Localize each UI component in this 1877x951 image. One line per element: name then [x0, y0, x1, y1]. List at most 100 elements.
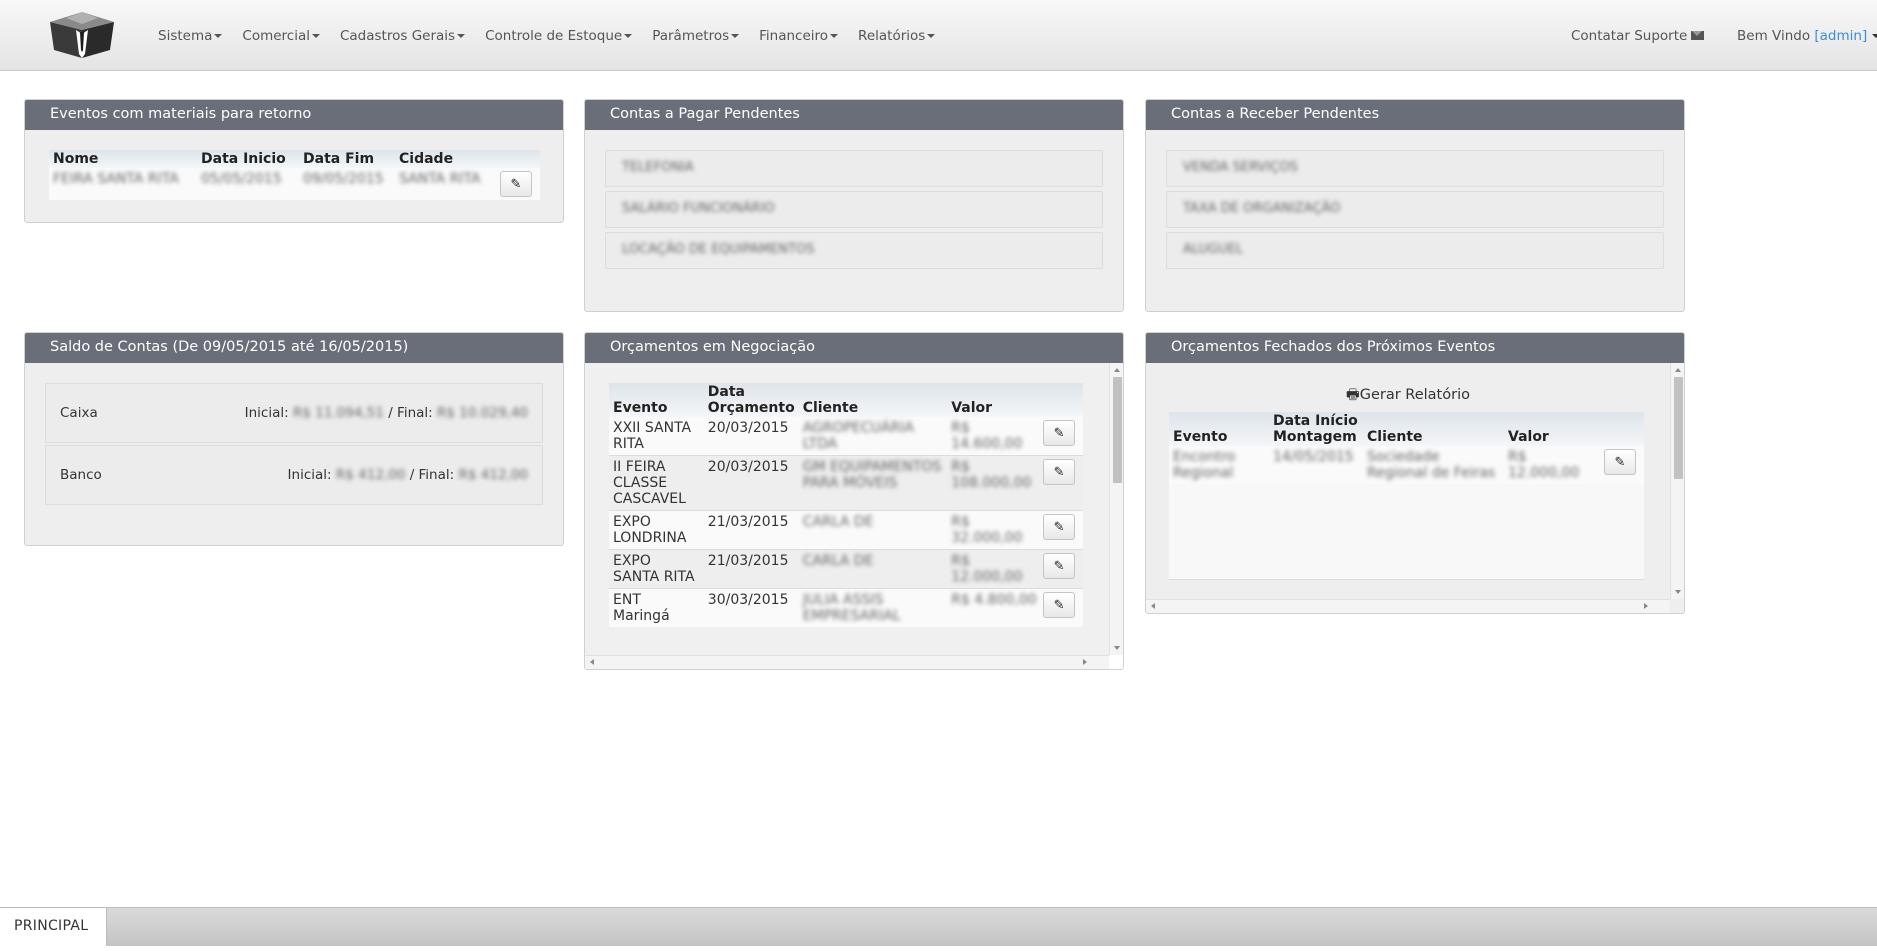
panel-title: Orçamentos Fechados dos Próximos Eventos: [1146, 333, 1684, 363]
menu-comercial[interactable]: Comercial: [232, 28, 330, 44]
generate-report-button[interactable]: 🖶Gerar Relatório: [1146, 384, 1670, 409]
scroll-thumb[interactable]: [1674, 377, 1683, 479]
edit-button[interactable]: ✎: [1043, 553, 1076, 579]
table-row: XXII SANTA RITA 20/03/2015 AGROPECUÁRIA …: [609, 417, 1083, 456]
list-item-label: TAXA DE ORGANIZAÇÃO: [1183, 201, 1341, 216]
vertical-scrollbar[interactable]: [1109, 363, 1123, 655]
final-value: R$ 10.029,40: [437, 405, 528, 421]
cell-valor: R$ 14.600,00: [951, 420, 1023, 452]
scroll-down-icon: [1675, 590, 1681, 594]
panel-title: Eventos com materiais para retorno: [25, 100, 563, 130]
vertical-scrollbar[interactable]: [1670, 363, 1684, 599]
column-header: Valor: [951, 400, 993, 416]
tab-principal[interactable]: PRINCIPAL: [0, 908, 107, 946]
list-item-label: VENDA SERVIÇOS: [1183, 160, 1298, 175]
panel-orcamentos-fechados: Orçamentos Fechados dos Próximos Eventos…: [1145, 332, 1685, 614]
account-name: Caixa: [60, 405, 98, 421]
contact-support-link[interactable]: Contatar Suporte: [1571, 0, 1705, 71]
list-item[interactable]: TELEFONIA: [605, 150, 1103, 187]
horizontal-scrollbar[interactable]: [585, 655, 1109, 669]
panel-eventos-retorno: Eventos com materiais para retorno Nome …: [24, 99, 564, 223]
initial-value: R$ 11.094,51: [292, 405, 384, 421]
column-header: Data Início Montagem: [1273, 413, 1358, 445]
cell-cliente: CARLA DE: [802, 553, 874, 569]
scroll-thumb[interactable]: [1113, 377, 1122, 483]
top-navbar: Sistema Comercial Cadastros Gerais Contr…: [0, 0, 1877, 71]
panel-orcamentos-negociacao: Orçamentos em Negociação Evento Data Orç…: [584, 332, 1124, 670]
list-item[interactable]: LOCAÇÃO DE EQUIPAMENTOS: [605, 232, 1103, 269]
menu-relatorios[interactable]: Relatórios: [848, 28, 945, 44]
pencil-icon: ✎: [1053, 597, 1065, 613]
menu-label: Controle de Estoque: [485, 27, 623, 44]
edit-button[interactable]: ✎: [1604, 449, 1636, 475]
list-item[interactable]: TAXA DE ORGANIZAÇÃO: [1166, 191, 1664, 228]
edit-button[interactable]: ✎: [1043, 514, 1076, 540]
list-item-label: ALUGUEL: [1183, 242, 1244, 257]
menu-cadastros-gerais[interactable]: Cadastros Gerais: [330, 28, 475, 44]
cell-text: XXII SANTA RITA: [613, 420, 692, 452]
menu-sistema[interactable]: Sistema: [148, 28, 232, 44]
menu-parametros[interactable]: Parâmetros: [642, 28, 749, 44]
scroll-left-icon: [1151, 603, 1155, 609]
menu-label: Cadastros Gerais: [339, 27, 456, 44]
initial-label: Inicial:: [244, 405, 289, 421]
table-row: Encontro Regional 14/05/2015 Sociedade R…: [1169, 446, 1644, 484]
scroll-right-icon: [1644, 603, 1648, 609]
column-header: Evento: [613, 400, 668, 416]
scroll-area[interactable]: Evento Data Orçamento Cliente Valor XXII…: [585, 363, 1109, 655]
caret-down-icon: [927, 33, 936, 38]
username: [admin]: [1814, 27, 1868, 44]
welcome-text: Bem Vindo: [1737, 27, 1815, 44]
support-label: Contatar Suporte: [1571, 27, 1688, 44]
horizontal-scrollbar[interactable]: [1146, 599, 1670, 613]
menu-financeiro[interactable]: Financeiro: [749, 28, 848, 44]
caret-down-icon: [311, 33, 320, 38]
cell-valor: R$ 32.000,00: [951, 514, 1023, 546]
cell-data: 21/03/2015: [707, 514, 789, 530]
list-item[interactable]: ALUGUEL: [1166, 232, 1664, 269]
cell-nome: FEIRA SANTA RITA: [53, 171, 179, 187]
column-header: Cidade: [399, 151, 454, 167]
edit-button[interactable]: ✎: [500, 171, 532, 197]
caret-down-icon: [830, 33, 839, 38]
menu-controle-estoque[interactable]: Controle de Estoque: [475, 28, 642, 44]
column-header: Cliente: [802, 400, 859, 416]
scroll-right-icon: [1083, 659, 1087, 665]
initial-value: R$ 412,00: [335, 467, 406, 483]
logo-box-icon[interactable]: [46, 10, 118, 60]
scroll-down-icon: [1114, 646, 1120, 650]
table-row: EXPO SANTA RITA 21/03/2015 CARLA DE R$ 1…: [609, 549, 1083, 589]
pencil-icon: ✎: [1053, 519, 1065, 535]
cell-cliente: GM EQUIPAMENTOS PARA MÓVEIS: [802, 459, 942, 491]
scroll-up-icon: [1114, 368, 1120, 372]
pencil-icon: ✎: [1614, 454, 1626, 470]
cell-evento: Encontro Regional: [1173, 449, 1236, 481]
column-header: Nome: [53, 151, 99, 167]
menu-label: Relatórios: [858, 27, 926, 44]
cell-valor: R$ 108.000,00: [951, 459, 1032, 491]
table-wrapper: Evento Data Início Montagem Cliente Valo…: [1169, 412, 1644, 580]
final-label: / Final:: [409, 467, 455, 483]
menu-label: Sistema: [158, 27, 213, 44]
column-header: Cliente: [1367, 429, 1423, 445]
column-header: Data Fim: [303, 151, 375, 167]
final-label: / Final:: [388, 405, 433, 421]
list-item[interactable]: VENDA SERVIÇOS: [1166, 150, 1664, 187]
column-header: Data Orçamento: [707, 384, 795, 416]
edit-button[interactable]: ✎: [1043, 420, 1076, 446]
edit-button[interactable]: ✎: [1043, 592, 1076, 618]
column-header: Evento: [1173, 429, 1228, 445]
scroll-area[interactable]: 🖶Gerar Relatório Evento Data Início Mont…: [1146, 363, 1670, 599]
edit-button[interactable]: ✎: [1043, 459, 1076, 485]
list-item[interactable]: SALÁRIO FUNCIONÁRIO: [605, 191, 1103, 228]
pencil-icon: ✎: [1053, 425, 1065, 441]
account-balance: Inicial: R$ 412,00 / Final: R$ 412,00: [288, 467, 528, 483]
menu-label: Parâmetros: [652, 27, 730, 44]
cell-data-inicio: 05/05/2015: [201, 171, 282, 187]
panel-title: Contas a Receber Pendentes: [1146, 100, 1684, 130]
main-menu: Sistema Comercial Cadastros Gerais Contr…: [148, 0, 945, 71]
user-menu[interactable]: Bem Vindo [admin]: [1737, 0, 1877, 71]
table-row: ENT Maringá 30/03/2015 JULIA ASSIS EMPRE…: [609, 588, 1083, 627]
table-row: EXPO LONDRINA 21/03/2015 CARLA DE R$ 32.…: [609, 510, 1083, 550]
table-row: II FEIRA CLASSE CASCAVEL 20/03/2015 GM E…: [609, 455, 1083, 511]
